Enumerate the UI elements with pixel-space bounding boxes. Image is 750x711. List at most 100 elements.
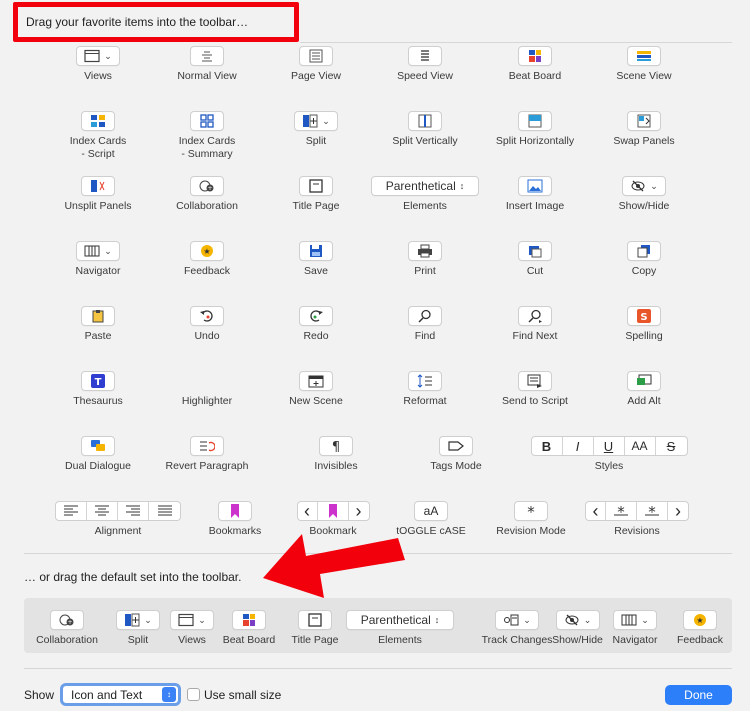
elements-popup-button[interactable]: Parenthetical ↕ [346,610,454,630]
palette-item-unsplit-panels[interactable]: Unsplit Panels [43,176,153,213]
palette-item-styles[interactable]: B I U AA S Styles [529,436,689,473]
palette-item-revert-paragraph[interactable]: Revert Paragraph [152,436,262,473]
alignment-segmented-control[interactable] [55,501,181,521]
palette-item-new-scene[interactable]: New Scene [261,371,371,408]
beat-board-icon[interactable] [518,46,552,66]
collaboration-icon[interactable]: + [50,610,84,630]
palette-item-bookmarks[interactable]: Bookmarks [180,501,290,538]
palette-item-find-next[interactable]: Find Next [480,306,590,343]
navigator-icon[interactable]: ⌄ [613,610,657,630]
invisibles-icon[interactable]: ¶ [319,436,353,456]
revert-paragraph-icon[interactable] [190,436,224,456]
palette-item-swap-panels[interactable]: Swap Panels [589,111,699,148]
title-page-icon[interactable] [299,176,333,196]
palette-item-undo[interactable]: Undo [152,306,262,343]
chevron-right-icon[interactable]: › [349,502,369,520]
spelling-icon[interactable]: S [627,306,661,326]
reformat-icon[interactable] [408,371,442,391]
show-hide-icon[interactable]: ⌄ [555,610,600,630]
palette-item-invisibles[interactable]: ¶ Invisibles [281,436,391,473]
align-center-icon[interactable] [87,502,118,520]
unsplit-panels-icon[interactable] [81,176,115,196]
palette-item-normal-view[interactable]: Normal View [152,46,262,83]
revision-mode-icon[interactable]: * [514,501,548,521]
default-item-elements[interactable]: Parenthetical ↕ Elements [345,610,455,647]
save-icon[interactable] [299,241,333,261]
split-vertically-icon[interactable] [408,111,442,131]
palette-item-paste[interactable]: Paste [43,306,153,343]
normal-view-icon[interactable] [190,46,224,66]
palette-item-split-horizontally[interactable]: Split Horizontally [480,111,590,148]
chevron-right-icon[interactable]: › [668,502,688,520]
copy-icon[interactable] [627,241,661,261]
chevron-left-icon[interactable]: ‹ [586,502,606,520]
toggle-case-icon[interactable]: aA [414,501,448,521]
align-left-icon[interactable] [56,502,87,520]
palette-item-revision-mode[interactable]: * Revision Mode [476,501,586,538]
align-right-icon[interactable] [118,502,149,520]
page-view-icon[interactable] [299,46,333,66]
style-segment-aa[interactable]: AA [625,437,656,455]
views-icon[interactable]: ⌄ [76,46,120,66]
feedback-icon[interactable]: ★ [683,610,717,630]
palette-item-add-alt[interactable]: Add Alt [589,371,699,408]
print-icon[interactable] [408,241,442,261]
palette-item-index-cards-summary[interactable]: Index Cards - Summary [152,111,262,161]
style-segment-i[interactable]: I [563,437,594,455]
palette-item-scene-view[interactable]: Scene View [589,46,699,83]
palette-item-copy[interactable]: Copy [589,241,699,278]
use-small-size-checkbox[interactable] [187,688,200,701]
done-button[interactable]: Done [665,685,732,705]
undo-icon[interactable] [190,306,224,326]
bookmark-icon[interactable] [318,502,349,520]
revision-icon[interactable]: * [637,502,668,520]
bookmark-nav-control[interactable]: ‹ › [296,501,370,521]
styles-segmented-control[interactable]: B I U AA S [530,436,688,456]
palette-item-collaboration[interactable]: + Collaboration [152,176,262,213]
palette-item-split[interactable]: ⌄ Split [261,111,371,148]
revision-icon[interactable]: * [606,502,637,520]
redo-icon[interactable] [299,306,333,326]
palette-item-send-to-script[interactable]: Send to Script [480,371,590,408]
beat-board-icon[interactable] [232,610,266,630]
palette-item-elements[interactable]: Parenthetical ↕ Elements [370,176,480,213]
style-segment-u[interactable]: U [594,437,625,455]
palette-item-index-cards-script[interactable]: Index Cards - Script [43,111,153,161]
speed-view-icon[interactable] [408,46,442,66]
split-icon[interactable]: ⌄ [116,610,160,630]
palette-item-revisions[interactable]: ‹ * * › Revisions [582,501,692,538]
palette-item-title-page[interactable]: Title Page [261,176,371,213]
palette-item-alignment[interactable]: Alignment [53,501,183,538]
palette-item-toggle-case[interactable]: aA tOGGLE cASE [376,501,486,538]
style-segment-b[interactable]: B [532,437,563,455]
style-segment-s[interactable]: S [656,437,687,455]
index-cards-script-icon[interactable] [81,111,115,131]
palette-item-reformat[interactable]: Reformat [370,371,480,408]
palette-item-thesaurus[interactable]: T Thesaurus [43,371,153,408]
revisions-nav-control[interactable]: ‹ * * › [585,501,689,521]
feedback-icon[interactable]: ★ [190,241,224,261]
add-alt-icon[interactable] [627,371,661,391]
title-page-icon[interactable] [298,610,332,630]
palette-item-dual-dialogue[interactable]: Dual Dialogue [43,436,153,473]
palette-item-redo[interactable]: Redo [261,306,371,343]
palette-item-insert-image[interactable]: Insert Image [480,176,590,213]
show-mode-select[interactable]: Icon and Text ↕ [60,683,181,706]
default-item-beat-board[interactable]: Beat Board [214,610,284,647]
palette-item-feedback[interactable]: ★ Feedback [152,241,262,278]
palette-item-bookmark[interactable]: ‹ › Bookmark [278,501,388,538]
default-item-title-page[interactable]: Title Page [275,610,355,647]
palette-item-tags-mode[interactable]: Tags Mode [401,436,511,473]
show-hide-icon[interactable]: ⌄ [622,176,666,196]
insert-image-icon[interactable] [518,176,552,196]
scene-view-icon[interactable] [627,46,661,66]
collaboration-icon[interactable]: + [190,176,224,196]
index-cards-summary-icon[interactable] [190,111,224,131]
default-item-feedback[interactable]: ★ Feedback [660,610,740,647]
palette-item-find[interactable]: Find [370,306,480,343]
palette-item-split-vertically[interactable]: Split Vertically [370,111,480,148]
palette-item-navigator[interactable]: ⌄ Navigator [43,241,153,278]
palette-item-speed-view[interactable]: Speed View [370,46,480,83]
elements-popup-button[interactable]: Parenthetical ↕ [371,176,479,196]
navigator-icon[interactable]: ⌄ [76,241,120,261]
